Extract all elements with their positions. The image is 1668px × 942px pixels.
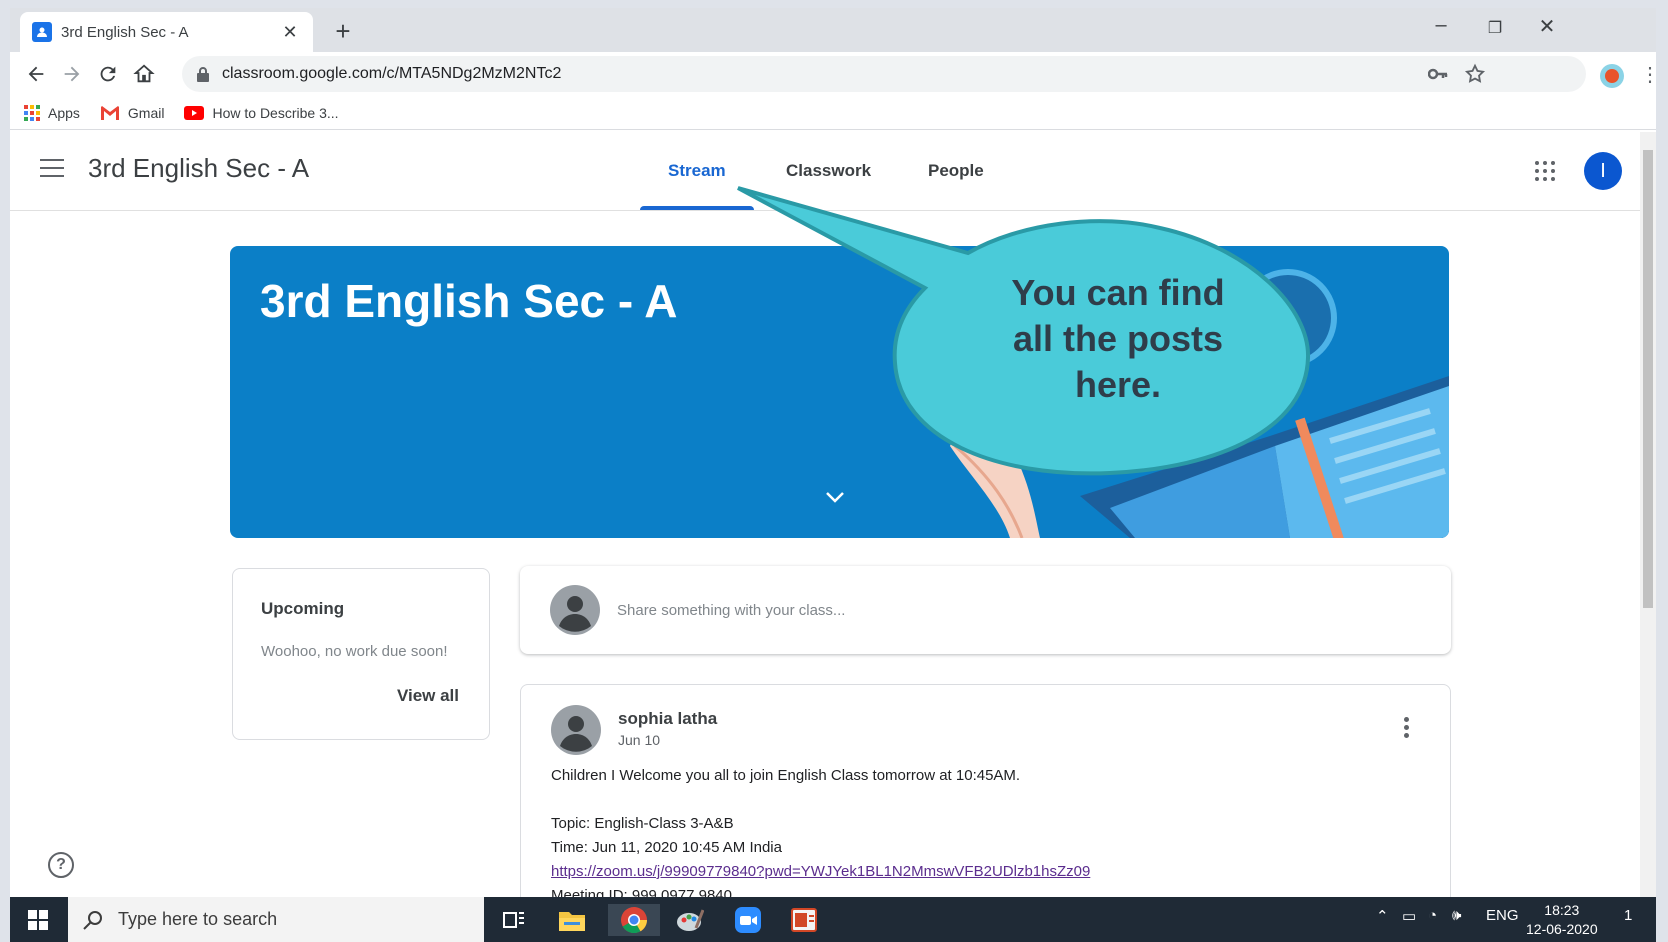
windows-taskbar: Type here to search ⌃ ▭ ◔ 🕪 ENG 18:23 12…	[10, 897, 1656, 942]
upcoming-heading: Upcoming	[261, 599, 345, 618]
hamburger-menu-icon[interactable]	[40, 159, 64, 177]
browser-tab-strip: 3rd English Sec - A ✕ + – ❐ ✕	[10, 8, 1656, 52]
bookmarks-bar: Apps Gmail How to Describe 3...	[10, 96, 1656, 130]
window-close-button[interactable]: ✕	[1532, 14, 1562, 39]
new-tab-button[interactable]: +	[328, 16, 358, 47]
banner-title: 3rd English Sec - A	[260, 275, 678, 327]
tab-people[interactable]: People	[928, 161, 984, 181]
upcoming-card: Upcoming Woohoo, no work due soon! View …	[232, 568, 490, 740]
apps-grid-icon	[24, 104, 40, 121]
share-placeholder[interactable]: Share something with your class...	[617, 602, 845, 619]
help-icon[interactable]: ?	[48, 852, 74, 878]
view-all-link[interactable]: View all	[397, 686, 459, 706]
powerpoint-icon[interactable]	[788, 904, 820, 936]
google-apps-icon[interactable]	[1535, 161, 1555, 181]
account-avatar[interactable]: I	[1584, 152, 1622, 190]
wifi-icon[interactable]: ◔	[1428, 907, 1437, 924]
bookmark-youtube[interactable]: How to Describe 3...	[184, 104, 339, 121]
callout-line: all the posts	[1012, 318, 1224, 359]
language-indicator[interactable]: ENG	[1486, 907, 1519, 924]
page-scrollbar[interactable]	[1640, 132, 1656, 902]
show-hidden-icons[interactable]: ⌃	[1376, 907, 1389, 925]
notification-count: 1	[1624, 907, 1633, 924]
search-icon	[83, 910, 102, 930]
browser-menu-icon[interactable]: ⋮	[1640, 62, 1656, 87]
callout-line: You can find	[1011, 272, 1225, 313]
browser-tab[interactable]: 3rd English Sec - A ✕	[20, 12, 313, 52]
notification-center-icon[interactable]: 1	[1624, 907, 1632, 924]
restore-button[interactable]: ❐	[1480, 18, 1510, 38]
post-options-icon[interactable]	[1404, 717, 1410, 738]
author-avatar	[551, 705, 601, 755]
tab-classwork[interactable]: Classwork	[786, 161, 871, 181]
chevron-down-icon[interactable]	[824, 490, 846, 504]
address-bar[interactable]: classroom.google.com/c/MTA5NDg2MzM2NTc2	[182, 56, 1586, 92]
home-icon[interactable]	[130, 60, 158, 88]
post-author: sophia latha	[618, 709, 718, 728]
chrome-icon[interactable]	[608, 904, 660, 936]
post-text-line: Children I Welcome you all to join Engli…	[551, 767, 1021, 784]
scrollbar-thumb[interactable]	[1643, 150, 1653, 608]
clock-time: 18:23	[1544, 902, 1580, 918]
zoom-icon[interactable]	[732, 904, 764, 936]
tab-stream[interactable]: Stream	[668, 161, 726, 181]
volume-icon[interactable]: 🕪	[1452, 907, 1461, 924]
url-text: classroom.google.com/c/MTA5NDg2MzM2NTc2	[222, 65, 562, 82]
paint-icon[interactable]	[674, 904, 706, 936]
tab-close-icon[interactable]: ✕	[279, 22, 301, 43]
callout-text: You can find all the posts here.	[968, 270, 1268, 408]
upcoming-message: Woohoo, no work due soon!	[261, 643, 448, 660]
back-icon[interactable]	[22, 60, 50, 88]
active-tab-indicator	[640, 206, 754, 210]
stream-post: sophia latha Jun 10 Children I Welcome y…	[520, 684, 1451, 914]
taskbar-search-box[interactable]: Type here to search	[68, 897, 484, 942]
task-view-icon[interactable]	[498, 904, 530, 936]
browser-toolbar: classroom.google.com/c/MTA5NDg2MzM2NTc2 …	[10, 52, 1656, 96]
post-text-line: Time: Jun 11, 2020 10:45 AM India	[551, 839, 782, 856]
bookmark-gmail[interactable]: Gmail	[100, 104, 165, 121]
slide-frame: 3rd English Sec - A ✕ + – ❐ ✕ classroom.…	[10, 8, 1656, 940]
bookmark-label: Gmail	[127, 104, 165, 121]
bookmark-apps[interactable]: Apps	[24, 104, 80, 121]
reload-icon[interactable]	[94, 60, 122, 88]
search-placeholder: Type here to search	[118, 909, 278, 929]
bookmark-label: Apps	[48, 104, 80, 121]
callout-line: here.	[1074, 364, 1162, 405]
tab-title: 3rd English Sec - A	[61, 23, 189, 41]
battery-icon[interactable]: ▭	[1402, 907, 1416, 925]
forward-icon[interactable]	[58, 60, 86, 88]
bookmark-label: How to Describe 3...	[212, 104, 339, 121]
share-box[interactable]: Share something with your class...	[520, 566, 1451, 654]
zoom-meeting-link[interactable]: https://zoom.us/j/99909779840?pwd=YWJYek…	[551, 863, 1090, 880]
key-icon[interactable]	[1428, 64, 1448, 84]
file-explorer-icon[interactable]	[556, 904, 588, 936]
post-date: Jun 10	[618, 732, 661, 748]
post-text-line: Topic: English-Class 3-A&B	[551, 815, 734, 832]
bookmark-star-icon[interactable]	[1464, 63, 1486, 85]
classroom-favicon-icon	[32, 22, 52, 42]
youtube-icon	[184, 105, 205, 120]
lock-icon	[197, 67, 209, 82]
extension-icon[interactable]	[1600, 64, 1624, 88]
windows-start-icon[interactable]	[10, 897, 66, 942]
avatar	[550, 585, 600, 635]
classroom-header: 3rd English Sec - A Stream Classwork Peo…	[10, 131, 1656, 211]
minimize-button[interactable]: –	[1426, 14, 1456, 37]
clock-date: 12-06-2020	[1526, 921, 1598, 937]
system-clock[interactable]: 18:23 12-06-2020	[1526, 901, 1598, 939]
class-title[interactable]: 3rd English Sec - A	[88, 153, 309, 184]
gmail-icon	[100, 105, 120, 120]
